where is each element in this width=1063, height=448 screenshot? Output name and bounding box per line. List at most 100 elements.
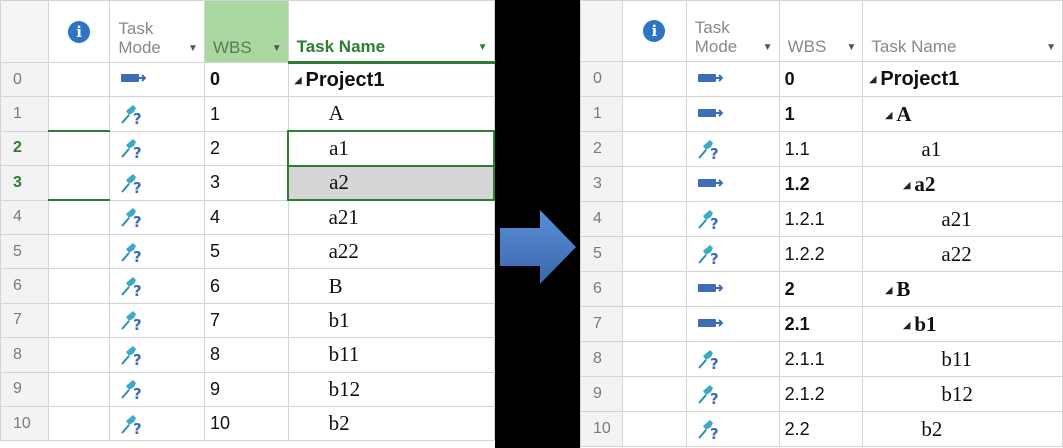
- task-mode-cell[interactable]: ?: [685, 376, 780, 412]
- table-row[interactable]: 10? 2.2 b2: [580, 411, 1063, 447]
- wbs-cell[interactable]: 1.2: [778, 166, 864, 202]
- task-name-cell[interactable]: ◢ b1: [862, 306, 1063, 342]
- wbs-cell[interactable]: 10: [203, 405, 289, 442]
- indicator-cell[interactable]: [621, 61, 687, 97]
- task-mode-cell[interactable]: ?: [685, 131, 780, 167]
- task-mode-cell[interactable]: [685, 96, 780, 132]
- wbs-cell[interactable]: 1.1: [778, 131, 864, 167]
- task-name-cell[interactable]: b2: [287, 405, 495, 442]
- task-mode-cell[interactable]: ?: [685, 201, 780, 237]
- table-row[interactable]: 0 0 ◢ Project1: [580, 61, 1063, 97]
- task-mode-cell[interactable]: ?: [109, 371, 205, 407]
- indicator-cell[interactable]: [621, 131, 687, 167]
- table-row[interactable]: 8? 2.1.1 b11: [580, 341, 1063, 377]
- wbs-cell[interactable]: 0: [778, 61, 864, 97]
- wbs-cell[interactable]: 3: [203, 165, 289, 201]
- dropdown-arrow-icon[interactable]: ▼: [188, 43, 198, 54]
- table-row[interactable]: 6? 6 B: [0, 268, 495, 304]
- dropdown-arrow-icon[interactable]: ▼: [1046, 42, 1056, 53]
- task-name-cell[interactable]: a1: [287, 130, 495, 167]
- row-number[interactable]: 4: [580, 201, 623, 237]
- task-name-cell[interactable]: a22: [862, 236, 1063, 272]
- row-number[interactable]: 3: [0, 165, 49, 201]
- table-row[interactable]: 9? 2.1.2 b12: [580, 376, 1063, 412]
- task-mode-cell[interactable]: ?: [109, 199, 205, 235]
- wbs-cell[interactable]: 1.2.1: [778, 201, 864, 237]
- row-number[interactable]: 7: [580, 306, 623, 342]
- task-name-cell[interactable]: a21: [287, 199, 495, 235]
- table-row[interactable]: 2? 1.1 a1: [580, 131, 1063, 167]
- wbs-cell[interactable]: 8: [203, 337, 289, 373]
- wbs-cell[interactable]: 2.1: [778, 306, 864, 342]
- row-number[interactable]: 10: [0, 405, 49, 442]
- collapse-triangle-icon[interactable]: ◢: [869, 74, 876, 85]
- row-number[interactable]: 8: [0, 337, 49, 373]
- task-name-cell[interactable]: b11: [862, 341, 1063, 377]
- task-name-cell[interactable]: ◢ B: [862, 271, 1063, 307]
- task-name-cell[interactable]: a21: [862, 201, 1063, 237]
- row-number[interactable]: 2: [0, 130, 49, 167]
- table-row[interactable]: 7 2.1 ◢ b1: [580, 306, 1063, 342]
- wbs-cell[interactable]: 2: [778, 271, 864, 307]
- indicator-cell[interactable]: [621, 96, 687, 132]
- table-row[interactable]: 2? 2 a1: [0, 130, 495, 167]
- wbs-cell[interactable]: 2.2: [778, 411, 864, 447]
- collapse-triangle-icon[interactable]: ◢: [885, 285, 892, 296]
- task-mode-cell[interactable]: [685, 166, 780, 202]
- task-mode-cell[interactable]: ?: [109, 337, 205, 373]
- dropdown-arrow-icon[interactable]: ▼: [272, 43, 282, 54]
- wbs-cell[interactable]: 2.1.2: [778, 376, 864, 412]
- table-row[interactable]: 1? 1 A: [0, 96, 495, 132]
- wbs-cell[interactable]: 1: [203, 96, 289, 132]
- table-row[interactable]: 10? 10 b2: [0, 405, 495, 442]
- indicator-cell[interactable]: [47, 96, 111, 132]
- indicator-cell[interactable]: [47, 268, 111, 304]
- task-name-header[interactable]: Task Name ▼: [287, 0, 495, 64]
- row-number[interactable]: 3: [580, 166, 623, 202]
- task-name-cell[interactable]: b12: [287, 371, 495, 407]
- task-mode-cell[interactable]: ?: [109, 405, 205, 442]
- row-number[interactable]: 10: [580, 411, 623, 447]
- indicator-cell[interactable]: [621, 376, 687, 412]
- task-name-cell[interactable]: b11: [287, 337, 495, 373]
- task-mode-cell[interactable]: ?: [685, 236, 780, 272]
- table-row[interactable]: 3? 3 a2: [0, 164, 495, 202]
- wbs-cell[interactable]: 5: [203, 233, 289, 270]
- task-mode-header[interactable]: Task Mode ▼: [109, 0, 205, 63]
- indicators-header[interactable]: i: [621, 0, 687, 62]
- task-mode-cell[interactable]: ?: [109, 233, 205, 270]
- task-mode-cell[interactable]: ?: [109, 268, 205, 304]
- task-name-header[interactable]: Task Name ▼: [862, 0, 1063, 62]
- dropdown-arrow-icon[interactable]: ▼: [847, 42, 857, 53]
- task-mode-cell[interactable]: [685, 306, 780, 342]
- indicator-cell[interactable]: [621, 166, 687, 202]
- row-number[interactable]: 0: [580, 61, 623, 97]
- task-mode-cell[interactable]: ?: [109, 96, 205, 132]
- wbs-cell[interactable]: 2: [203, 130, 289, 167]
- task-name-cell[interactable]: ◢ a2: [862, 166, 1063, 202]
- task-mode-cell[interactable]: [109, 61, 205, 98]
- task-mode-cell[interactable]: ?: [685, 411, 780, 447]
- wbs-cell[interactable]: 2.1.1: [778, 341, 864, 377]
- wbs-cell[interactable]: 6: [203, 268, 289, 304]
- task-name-cell[interactable]: b2: [862, 411, 1063, 447]
- indicator-cell[interactable]: [621, 341, 687, 377]
- indicator-cell[interactable]: [621, 201, 687, 237]
- table-row[interactable]: 1 1 ◢ A: [580, 96, 1063, 132]
- indicator-cell[interactable]: [47, 405, 111, 442]
- table-row[interactable]: 6 2 ◢ B: [580, 271, 1063, 307]
- table-row[interactable]: 9? 9 b12: [0, 371, 495, 407]
- select-all-corner[interactable]: [580, 0, 623, 62]
- indicator-cell[interactable]: [47, 233, 111, 270]
- row-number[interactable]: 2: [580, 131, 623, 167]
- table-row[interactable]: 3 1.2 ◢ a2: [580, 166, 1063, 202]
- wbs-header[interactable]: WBS ▼: [778, 0, 864, 62]
- wbs-cell[interactable]: 1.2.2: [778, 236, 864, 272]
- table-row[interactable]: 4? 1.2.1 a21: [580, 201, 1063, 237]
- task-name-cell[interactable]: ◢ Project1: [287, 61, 495, 98]
- table-row[interactable]: 4? 4 a21: [0, 199, 495, 235]
- wbs-header[interactable]: WBS ▼: [203, 0, 289, 63]
- collapse-triangle-icon[interactable]: ◢: [903, 320, 910, 331]
- table-row[interactable]: 8? 8 b11: [0, 337, 495, 373]
- row-number[interactable]: 5: [0, 233, 49, 270]
